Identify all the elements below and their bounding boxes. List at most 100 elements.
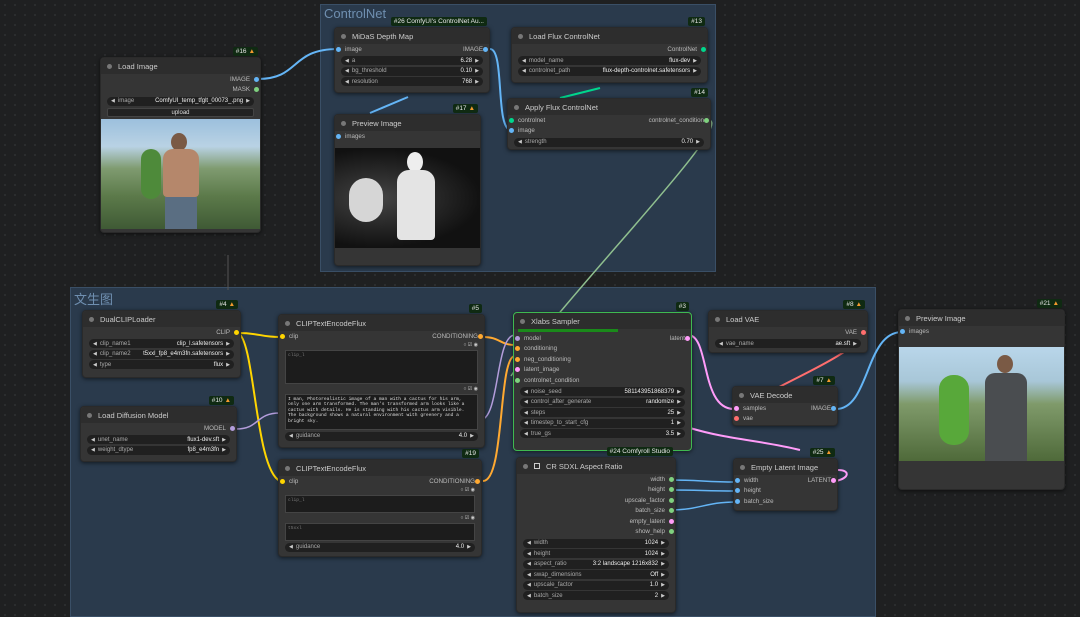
input-controlnet[interactable]: controlnet controlnet_condition	[508, 115, 710, 126]
t5xxl-textarea[interactable]: I man, Photorealistic image of a man wit…	[285, 393, 478, 430]
clip-name2-select[interactable]: ◀ clip_name2 t5xxl_fp8_e4m3fn.safetensors ▶	[89, 349, 234, 359]
output-batch-size[interactable]: batch_size	[517, 506, 675, 517]
bg-threshold-widget[interactable]: ◀ bg_threshold 0.10 ▶	[341, 66, 483, 76]
node-preview-image-depth[interactable]: #17 ▲ Preview Image images	[334, 104, 481, 266]
input-width[interactable]: width LATENT	[734, 475, 837, 486]
output-mask[interactable]: MASK	[101, 85, 260, 96]
height-widget[interactable]: ◀ height 1024 ▶	[523, 549, 669, 558]
checkbox-icon[interactable]	[534, 463, 540, 469]
clip-name1-select[interactable]: ◀ clip_name1 clip_l.safetensors ▶	[89, 339, 234, 348]
node-title: Load Flux ControlNet	[529, 31, 600, 41]
timestep-widget[interactable]: ◀ timestep_to_start_cfg 1 ▶	[520, 418, 685, 428]
type-select[interactable]: ◀ type flux ▶	[89, 360, 234, 369]
upscale-factor-widget[interactable]: ◀ upscale_factor 1.0 ▶	[523, 580, 669, 590]
input-batch-size[interactable]: batch_size	[734, 496, 837, 507]
input-images[interactable]: images	[335, 131, 480, 142]
node-id-badge: #13	[688, 17, 705, 26]
input-images[interactable]: images	[899, 326, 1064, 337]
node-load-flux-controlnet[interactable]: #13 Load Flux ControlNet ControlNet ◀ mod…	[511, 17, 708, 83]
output-model[interactable]: MODEL	[81, 423, 236, 434]
t5xxl-textarea[interactable]: t5xxl	[285, 522, 475, 541]
input-latent-image[interactable]: latent_image	[514, 365, 691, 376]
aspect-ratio-select[interactable]: ◀ aspect_ratio 3:2 landscape 1216x832 ▶	[523, 559, 669, 569]
true-gs-widget[interactable]: ◀ true_gs 3.5 ▶	[520, 429, 685, 438]
node-title: CLIPTextEncodeFlux	[296, 463, 367, 473]
progress-bar	[518, 329, 618, 332]
input-clip[interactable]: clip CONDITIONING	[279, 476, 481, 487]
node-xlabs-sampler[interactable]: #3 Xlabs Sampler model latent conditionin…	[513, 302, 692, 451]
node-load-diffusion-model[interactable]: #10 ▲ Load Diffusion Model MODEL ◀ unet_na…	[80, 396, 237, 462]
weight-dtype-select[interactable]: ◀ weight_dtype fp8_e4m3fn ▶	[87, 445, 230, 455]
node-title: Load Diffusion Model	[98, 410, 169, 420]
node-title: Preview Image	[352, 118, 402, 128]
node-id-badge: #10 ▲	[208, 396, 234, 405]
node-title: MiDaS Depth Map	[352, 31, 414, 41]
input-vae[interactable]: vae	[733, 414, 837, 425]
vae-name-select[interactable]: ◀ vae_name ae.sft ▶	[715, 339, 861, 348]
node-id-badge: #26 ComfyUI's ControlNet Au...	[390, 17, 487, 26]
controlnet-path-select[interactable]: ◀ controlnet_path flux-depth-controlnet.sa…	[518, 66, 701, 76]
node-load-image[interactable]: #16 ▲ Load Image IMAGE MASK ◀ image ComfyUI…	[100, 47, 261, 233]
text-controls[interactable]: ○ ☑ ◉	[279, 515, 481, 521]
text-controls[interactable]: ○ ☑ ◉	[279, 342, 484, 348]
output-controlnet[interactable]: ControlNet	[512, 44, 707, 55]
node-apply-flux-controlnet[interactable]: #14 Apply Flux ControlNet controlnet cont…	[507, 88, 711, 150]
width-widget[interactable]: ◀ width 1024 ▶	[523, 538, 669, 548]
steps-widget[interactable]: ◀ steps 25 ▶	[520, 408, 685, 417]
control-after-generate-select[interactable]: ◀ control_after_generate randomize ▶	[520, 397, 685, 407]
node-cliptextencodeflux-negative[interactable]: #19 CLIPTextEncodeFlux clip CONDITIONING …	[278, 449, 482, 557]
input-conditioning[interactable]: conditioning	[514, 344, 691, 355]
output-width[interactable]: width	[517, 474, 675, 485]
text-controls[interactable]: ○ ☑ ◉	[279, 386, 484, 392]
node-id-badge: #5	[468, 304, 482, 313]
output-image[interactable]: IMAGE	[101, 74, 260, 85]
clip-l-textarea[interactable]: clip_l	[285, 349, 478, 384]
node-load-vae[interactable]: #8 ▲ Load VAE VAE ◀ vae_name ae.sft ▶	[708, 300, 868, 353]
node-id-badge: #19	[462, 449, 479, 458]
node-empty-latent-image[interactable]: #25 ▲ Empty Latent Image width LATENT heig…	[733, 448, 838, 511]
collapse-dot[interactable]	[107, 63, 112, 69]
input-model[interactable]: model latent	[514, 333, 691, 344]
node-cliptextencodeflux-positive[interactable]: #5 CLIPTextEncodeFlux clip CONDITIONING ○…	[278, 304, 485, 448]
unet-name-select[interactable]: ◀ unet_name flux1-dev.sft ▶	[87, 435, 230, 444]
output-show-help[interactable]: show_help	[517, 527, 675, 538]
output-clip[interactable]: CLIP	[83, 327, 240, 338]
image-select[interactable]: ◀ image ComfyUI_temp_tfglt_00073_.png ▶	[107, 96, 254, 106]
node-id-badge: #4 ▲	[216, 300, 238, 309]
node-id-badge: #8 ▲	[843, 300, 865, 309]
output-vae[interactable]: VAE	[709, 327, 867, 338]
node-id-badge: #21 ▲	[1036, 299, 1062, 308]
node-title: Apply Flux ControlNet	[525, 102, 598, 112]
node-preview-image-result[interactable]: #21 ▲ Preview Image images	[898, 299, 1065, 490]
swap-dimensions-select[interactable]: ◀ swap_dimensions Off ▶	[523, 570, 669, 579]
a-widget[interactable]: ◀ a 6.28 ▶	[341, 56, 483, 65]
group-t2i-title: 文生图	[74, 292, 114, 307]
input-image[interactable]: image IMAGE	[335, 44, 489, 55]
node-vae-decode[interactable]: #7 ▲ VAE Decode samples IMAGE vae	[732, 376, 838, 426]
clip-l-textarea[interactable]: clip_l	[285, 494, 475, 513]
input-neg-conditioning[interactable]: neg_conditioning	[514, 354, 691, 365]
node-cr-sdxl-aspect-ratio[interactable]: #24 Comfyroll Studio CR SDXL Aspect Rati…	[516, 447, 676, 613]
upload-button[interactable]: upload	[107, 107, 254, 117]
strength-widget[interactable]: ◀ strength 0.70 ▶	[514, 137, 704, 147]
group-controlnet-title: ControlNet	[324, 6, 387, 21]
input-height[interactable]: height	[734, 486, 837, 497]
noise-seed-widget[interactable]: ◀ noise_seed 581143951868379 ▶	[520, 387, 685, 396]
guidance-widget[interactable]: ◀ guidance 4.0 ▶	[285, 431, 478, 441]
node-dualcliploader[interactable]: #4 ▲ DualCLIPLoader CLIP ◀ clip_name1 clip_…	[82, 300, 241, 378]
node-id-badge: #3	[675, 302, 689, 311]
node-midas-depth[interactable]: #26 ComfyUI's ControlNet Au... MiDaS Dep…	[334, 17, 490, 93]
guidance-widget[interactable]: ◀ guidance 4.0 ▶	[285, 542, 475, 552]
model-name-select[interactable]: ◀ model_name flux-dev ▶	[518, 56, 701, 65]
node-title: VAE Decode	[750, 390, 793, 400]
input-image[interactable]: image	[508, 126, 710, 137]
input-samples[interactable]: samples IMAGE	[733, 403, 837, 414]
batch-size-widget[interactable]: ◀ batch_size 2 ▶	[523, 591, 669, 600]
input-clip[interactable]: clip CONDITIONING	[279, 331, 484, 342]
output-empty-latent[interactable]: empty_latent	[517, 516, 675, 527]
output-height[interactable]: height	[517, 485, 675, 496]
text-controls[interactable]: ○ ☑ ◉	[279, 487, 481, 493]
output-upscale-factor[interactable]: upscale_factor	[517, 495, 675, 506]
input-controlnet-condition[interactable]: controlnet_condition	[514, 375, 691, 386]
resolution-widget[interactable]: ◀ resolution 768 ▶	[341, 77, 483, 86]
